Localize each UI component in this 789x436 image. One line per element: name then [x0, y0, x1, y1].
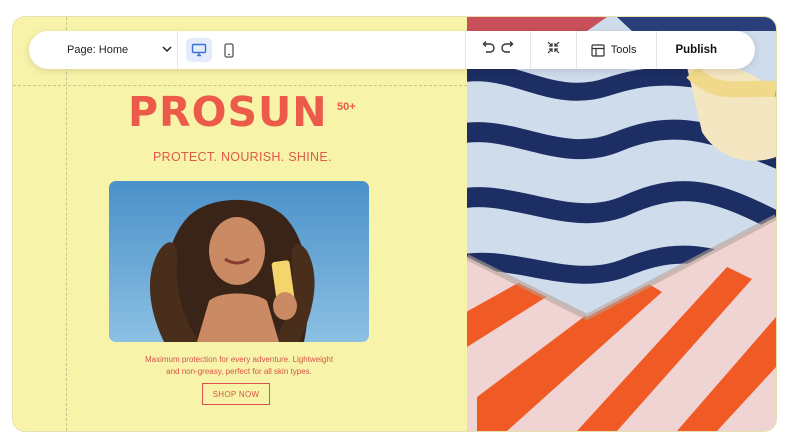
tools-label: Tools [610, 44, 637, 56]
guide-line [13, 85, 467, 86]
undo-button[interactable] [480, 41, 495, 59]
towel-image [467, 17, 776, 431]
shop-now-button[interactable]: SHOP NOW [202, 383, 270, 405]
guide-line [66, 17, 67, 431]
shrink-button[interactable] [547, 41, 560, 59]
publish-button[interactable]: Publish [675, 44, 717, 56]
shrink-icon [547, 41, 560, 59]
spf-badge: 50+ [337, 101, 356, 113]
redo-button[interactable] [501, 41, 516, 59]
undo-icon [480, 41, 495, 59]
toolbar-divider [575, 31, 577, 69]
page-select[interactable]: Page: Home [29, 31, 177, 69]
tools-button[interactable]: Tools [591, 43, 637, 57]
tools-panel-icon [591, 43, 605, 57]
toolbar-divider [177, 31, 178, 69]
product-description: Maximum protection for every adventure. … [128, 354, 350, 378]
description-line: and non-greasy, perfect for all skin typ… [166, 367, 312, 376]
hero-photo [109, 181, 369, 342]
hero-image[interactable] [109, 181, 369, 342]
brand-logo: PROSUN [128, 88, 328, 136]
chevron-down-icon [161, 43, 173, 58]
desktop-view-button[interactable] [186, 38, 212, 62]
toolbar-divider [464, 31, 466, 69]
mobile-view-button[interactable] [216, 38, 242, 62]
desktop-icon [191, 43, 207, 57]
towel-photo [467, 17, 776, 431]
toolbar-divider [529, 31, 531, 69]
description-line: Maximum protection for every adventure. … [144, 355, 334, 364]
page-select-label: Page: Home [67, 44, 129, 56]
toolbar-divider [656, 31, 658, 69]
tagline: PROTECT. NOURISH. SHINE. [153, 150, 332, 164]
redo-icon [501, 41, 516, 59]
mobile-icon [223, 42, 235, 58]
editor-toolbar: Page: Home Tools Publish [29, 31, 755, 69]
